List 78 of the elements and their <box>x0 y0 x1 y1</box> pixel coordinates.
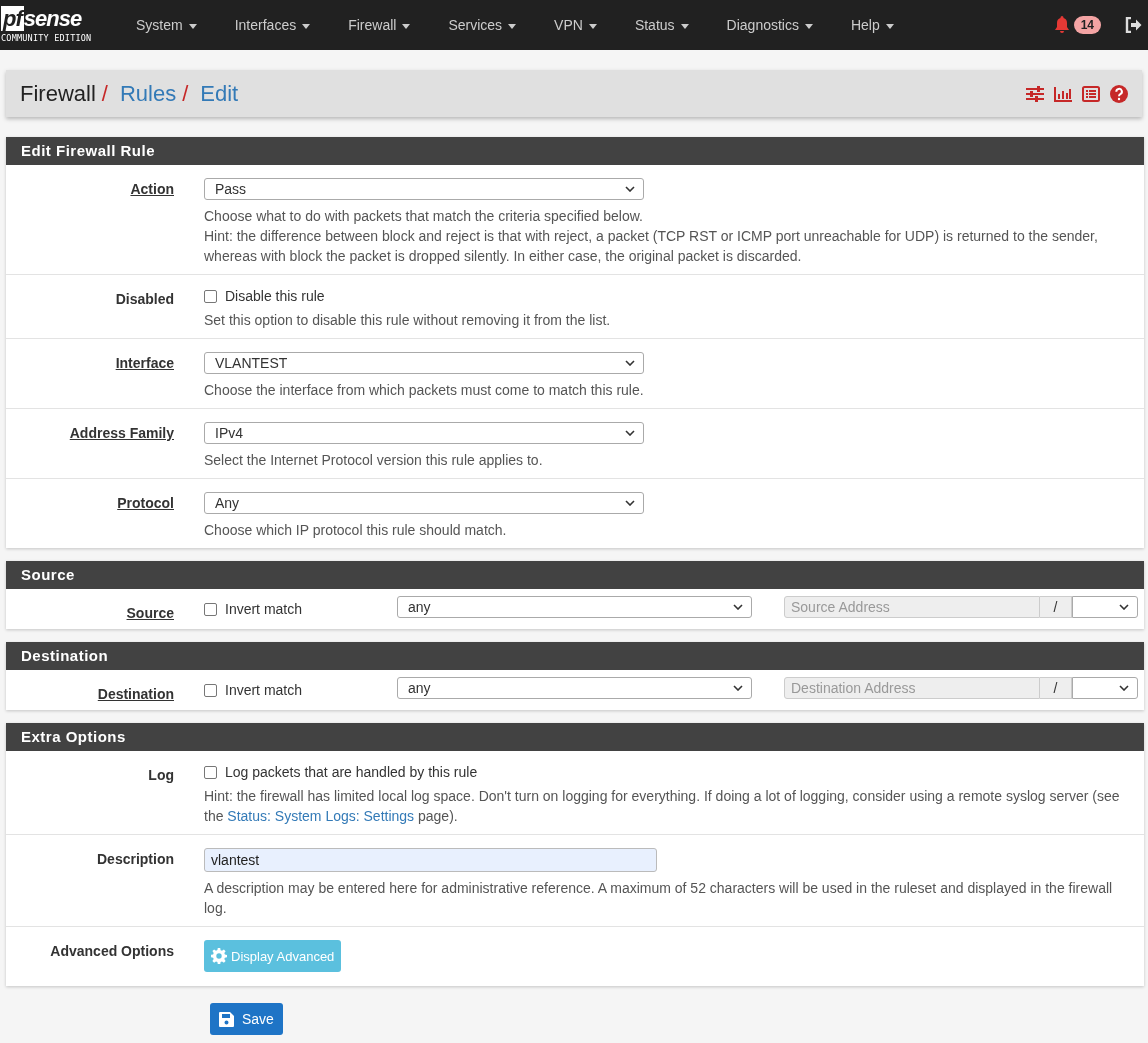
nav-menu[interactable]: Help <box>835 0 909 50</box>
field-label: Advanced Options <box>50 943 174 959</box>
help-text: Choose what to do with packets that match the criteria specified below. <box>204 207 644 226</box>
settings-link[interactable]: Status: System Logs: Settings <box>227 808 415 824</box>
breadcrumb-item: Firewall <box>20 80 96 107</box>
chevron-icon <box>625 360 635 366</box>
caret-icon <box>804 23 813 29</box>
caret-icon <box>402 23 411 29</box>
chevron-icon <box>733 685 743 691</box>
save-button[interactable]: Save <box>210 1003 283 1035</box>
help-text: Set this option to disable this rule without removing it from the list. <box>204 311 612 330</box>
chevron-icon <box>625 430 635 436</box>
field-label[interactable]: Source <box>126 605 174 621</box>
caret-icon <box>588 23 597 29</box>
dropdown-field[interactable]: any <box>397 677 752 699</box>
caret-icon <box>508 23 517 29</box>
dropdown-field[interactable]: IPv4 <box>204 422 644 444</box>
panel-heading: Source <box>6 561 1144 589</box>
field-label[interactable]: Action <box>130 181 174 197</box>
description-field[interactable]: vlantest <box>204 848 657 872</box>
dropdown-field[interactable]: Any <box>204 492 644 514</box>
help-text: Select the Internet Protocol version this rule applies to. <box>204 451 544 470</box>
checkbox[interactable] <box>204 602 217 616</box>
caret-icon <box>885 23 894 29</box>
sliders-icon[interactable] <box>1026 85 1044 102</box>
caret-icon <box>680 23 689 29</box>
caret-icon <box>188 23 197 29</box>
nav-menu[interactable]: Firewall <box>333 0 426 50</box>
dropdown-field[interactable]: VLANTEST <box>204 352 644 374</box>
list-icon[interactable] <box>1082 85 1100 102</box>
bar-chart-icon[interactable] <box>1054 85 1072 102</box>
help-text: Hint: the difference between block and reject is that with reject, a packet (TCP RST or ICMP port unreachable for UDP) is returned to the sender, whereas with block the packet is dropped silently. In either case, the original packet is discarded. <box>204 227 1099 266</box>
nav-menu[interactable]: VPN <box>539 0 612 50</box>
checkbox-label[interactable]: Disable this rule <box>225 288 325 304</box>
breadcrumb-separator: / <box>182 80 189 107</box>
chevron-icon <box>625 186 635 192</box>
chevron-icon <box>1119 604 1129 610</box>
mask-dropdown[interactable] <box>1072 596 1138 618</box>
checkbox[interactable] <box>204 289 217 303</box>
help-text: Choose the interface from which packets must come to match this rule. <box>204 381 645 400</box>
logout-icon[interactable] <box>1125 17 1142 33</box>
notification-count: 14 <box>1073 16 1101 34</box>
breadcrumb-separator: / <box>101 80 108 107</box>
nav-menu[interactable]: Interfaces <box>219 0 326 50</box>
nav-menu[interactable]: Status <box>619 0 704 50</box>
dropdown-field[interactable]: Pass <box>204 178 644 200</box>
mask-dropdown[interactable] <box>1072 677 1138 699</box>
checkbox[interactable] <box>204 765 217 779</box>
checkbox-label[interactable]: Log packets that are handled by this rule <box>225 764 478 780</box>
gear-icon <box>211 948 227 964</box>
bell-icon[interactable] <box>1053 16 1070 34</box>
help-text: A description may be entered here for administrative reference. A maximum of 52 characters will be used in the ruleset and displayed in the firewall log. <box>204 879 1114 918</box>
chevron-icon <box>733 604 743 610</box>
help-text: Choose which IP protocol this rule should match. <box>204 521 508 540</box>
checkbox[interactable] <box>204 683 217 697</box>
help-icon[interactable] <box>1110 84 1128 103</box>
panel-heading: Edit Firewall Rule <box>6 137 1144 165</box>
panel-heading: Extra Options <box>6 723 1144 751</box>
nav-menu[interactable]: Diagnostics <box>711 0 828 50</box>
field-label[interactable]: Address Family <box>69 425 174 441</box>
field-label[interactable]: Interface <box>115 355 174 371</box>
checkbox-label[interactable]: Invert match <box>225 682 303 698</box>
field-label[interactable]: Destination <box>97 686 174 702</box>
slash-separator: / <box>1053 599 1058 615</box>
chevron-icon <box>1119 685 1129 691</box>
field-label[interactable]: Protocol <box>117 495 174 511</box>
help-text: Hint: the firewall has limited local log space. Don't turn on logging for everything. If doing a lot of logging, consider using a remote syslog server (see the Status: System Logs: Settings page). <box>204 787 1121 826</box>
caret-icon <box>302 23 311 29</box>
chevron-icon <box>625 500 635 506</box>
checkbox-label[interactable]: Invert match <box>225 601 303 617</box>
dropdown-field[interactable]: any <box>397 596 752 618</box>
slash-separator: / <box>1053 680 1058 696</box>
nav-menu[interactable]: Services <box>433 0 532 50</box>
field-label: Log <box>148 767 174 783</box>
field-label: Description <box>97 851 174 867</box>
nav-menu[interactable]: System <box>121 0 212 50</box>
panel-heading: Destination <box>6 642 1144 670</box>
field-label: Disabled <box>115 291 174 307</box>
